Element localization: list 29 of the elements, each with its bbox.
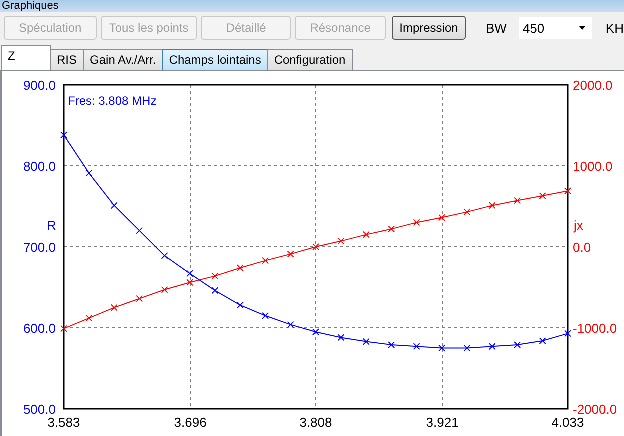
x-tick-label: 4.033 bbox=[552, 415, 584, 430]
y-tick-label: 700.0 bbox=[23, 240, 56, 255]
y-tick-label: 800.0 bbox=[23, 159, 56, 174]
x-tick-label: 3.583 bbox=[48, 415, 80, 430]
toolbar-button[interactable]: Impression bbox=[392, 16, 466, 40]
y-tick-label: 1000.0 bbox=[573, 159, 613, 174]
bandwidth-label: BW bbox=[486, 20, 507, 36]
y-tick-label: 900.0 bbox=[23, 78, 56, 93]
annotation-label: Fres: 3.808 MHz bbox=[68, 94, 157, 108]
y-tick-label: 2000.0 bbox=[573, 78, 613, 93]
caret-icon bbox=[578, 26, 586, 30]
y-tick-label: -1000.0 bbox=[573, 321, 618, 336]
y-tick-label: 500.0 bbox=[23, 402, 56, 417]
tab[interactable]: Champs lointains bbox=[162, 49, 268, 70]
tab[interactable]: Configuration bbox=[267, 49, 353, 70]
y-tick-label: 0.0 bbox=[573, 240, 592, 255]
tab[interactable]: RIS bbox=[50, 49, 84, 70]
axis-label: jx bbox=[574, 218, 584, 233]
tab[interactable]: Gain Av./Arr. bbox=[83, 49, 164, 70]
y-tick-label: 600.0 bbox=[23, 321, 56, 336]
y-tick-label: -2000.0 bbox=[573, 402, 618, 417]
bandwidth-dropdown[interactable]: 450 bbox=[518, 17, 592, 39]
x-tick-label: 3.921 bbox=[426, 415, 459, 430]
x-tick-label: 3.808 bbox=[300, 415, 332, 430]
axis-label: R bbox=[47, 218, 56, 233]
x-tick-label: 3.696 bbox=[174, 415, 207, 430]
unit-label: KH bbox=[606, 20, 624, 36]
tab[interactable]: Z bbox=[1, 45, 51, 70]
window-title: Graphiques bbox=[2, 1, 59, 12]
